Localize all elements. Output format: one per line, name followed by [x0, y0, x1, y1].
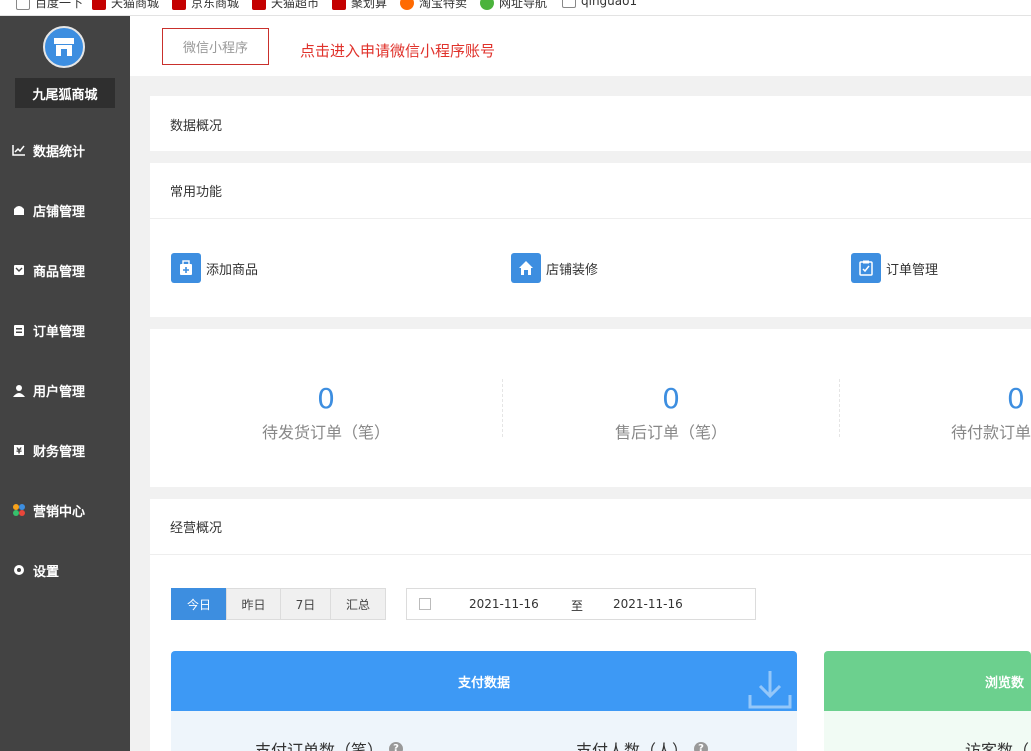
bookmark-item[interactable]: 聚划算: [332, 0, 387, 11]
after-sale-stat[interactable]: 0 售后订单（笔）: [571, 383, 771, 443]
overview-card: 数据概况: [150, 96, 1031, 151]
calendar-icon: [419, 598, 431, 610]
stat-value: 0: [1007, 383, 1025, 415]
stat-label: 待付款订单: [951, 423, 1031, 442]
payment-panel-title: 支付数据: [457, 675, 510, 691]
sidebar-item-label: 营销中心: [33, 504, 86, 520]
bookmark-item[interactable]: qinguao1: [562, 0, 637, 8]
visitors-metric: 访客数（: [965, 741, 1030, 751]
tab-7days[interactable]: 7日: [280, 588, 331, 620]
store-decoration-shortcut[interactable]: 店铺装修: [511, 253, 598, 283]
sidebar-item-users[interactable]: 用户管理: [0, 370, 130, 410]
payment-data-panel: 支付数据 支付订单数（笔）? 支付人数（人）?: [171, 651, 797, 751]
business-overview-title: 经营概况: [150, 499, 1031, 555]
divider: [839, 379, 840, 437]
shop-name: 九尾狐商城: [15, 78, 115, 108]
user-icon: [12, 383, 26, 397]
sidebar-item-label: 店铺管理: [33, 204, 86, 220]
stat-label: 待发货订单（笔）: [261, 423, 390, 442]
sidebar-item-marketing[interactable]: 营销中心: [0, 490, 130, 530]
help-icon[interactable]: ?: [694, 742, 709, 751]
sidebar-item-label: 订单管理: [33, 324, 86, 340]
date-range-picker[interactable]: 2021-11-16 至 2021-11-16: [406, 588, 756, 620]
page-icon: [562, 0, 576, 8]
help-icon[interactable]: ?: [389, 742, 404, 751]
product-icon: [12, 263, 26, 277]
order-stats-card: 0 待发货订单（笔） 0 售后订单（笔） 0 待付款订单: [150, 329, 1031, 487]
pending-shipment-stat[interactable]: 0 待发货订单（笔）: [226, 383, 426, 443]
divider: [502, 379, 503, 437]
home-icon: [511, 253, 541, 283]
payment-panel-header: 支付数据: [171, 651, 797, 711]
sidebar-item-settings[interactable]: 设置: [0, 550, 130, 590]
settings-icon: [12, 563, 26, 577]
business-overview-card: 经营概况 今日 昨日 7日 汇总 2021-11-16 至 2021-11-16…: [150, 499, 1031, 751]
jd-icon: [172, 0, 186, 10]
payment-panel-body: 支付订单数（笔）? 支付人数（人）?: [171, 711, 797, 751]
sidebar-item-finance[interactable]: ¥ 财务管理: [0, 430, 130, 470]
bookmark-item[interactable]: 天猫商城: [92, 0, 159, 11]
pay-users-metric: 支付人数（人）?: [576, 737, 709, 751]
store-icon: [12, 203, 26, 217]
sidebar-item-label: 财务管理: [33, 444, 86, 460]
overview-title: 数据概况: [170, 118, 223, 134]
bookmark-item[interactable]: 淘宝特卖: [400, 0, 467, 11]
date-to[interactable]: 2021-11-16: [613, 597, 683, 611]
taobao-icon: [400, 0, 414, 10]
add-product-shortcut[interactable]: 添加商品: [171, 253, 258, 283]
pending-payment-stat[interactable]: 0 待付款订单: [915, 383, 1031, 443]
common-functions-title: 常用功能: [150, 163, 1031, 219]
sidebar-item-label: 用户管理: [33, 384, 86, 400]
date-separator: 至: [571, 599, 584, 613]
sidebar-item-products[interactable]: 商品管理: [0, 250, 130, 290]
finance-icon: ¥: [12, 443, 26, 457]
date-from[interactable]: 2021-11-16: [469, 597, 539, 611]
tab-summary[interactable]: 汇总: [330, 588, 386, 620]
tmall-icon: [252, 0, 266, 10]
marketing-icon: [12, 503, 26, 517]
download-icon: [748, 671, 792, 709]
stat-label: 售后订单（笔）: [614, 423, 727, 442]
browse-panel-header: 浏览数: [824, 651, 1031, 711]
mini-program-button[interactable]: 微信小程序: [162, 28, 269, 65]
stat-value: 0: [662, 382, 680, 415]
sidebar-item-label: 设置: [33, 564, 60, 580]
tmall-icon: [92, 0, 106, 10]
shop-logo[interactable]: [43, 26, 85, 68]
page-icon: [16, 0, 30, 10]
sidebar-item-stats[interactable]: 数据统计: [0, 130, 130, 170]
stat-value: 0: [317, 382, 335, 415]
common-functions-card: 常用功能 添加商品 店铺装修 订单管理: [150, 163, 1031, 317]
bookmarks-bar: 百度一下 天猫商城 京东商城 天猫超市 聚划算 淘宝特卖 网址导航 qingua…: [0, 0, 1031, 16]
mini-program-apply-link[interactable]: 点击进入申请微信小程序账号: [300, 40, 495, 61]
bookmark-item[interactable]: 网址导航: [480, 0, 547, 11]
sidebar: 九尾狐商城 数据统计 店铺管理 商品管理 订单管理 用户管理 ¥ 财务管理 营销…: [0, 16, 130, 751]
tmall-icon: [332, 0, 346, 10]
store-icon: [54, 38, 74, 56]
tab-yesterday[interactable]: 昨日: [226, 588, 281, 620]
globe-icon: [480, 0, 494, 10]
order-icon: [12, 323, 26, 337]
svg-text:¥: ¥: [16, 447, 22, 456]
tab-today[interactable]: 今日: [171, 588, 227, 620]
bookmark-item[interactable]: 天猫超市: [252, 0, 319, 11]
sidebar-item-label: 数据统计: [33, 144, 86, 160]
order-management-shortcut[interactable]: 订单管理: [851, 253, 938, 283]
sidebar-item-label: 商品管理: [33, 264, 86, 280]
period-tabs: 今日 昨日 7日 汇总: [171, 588, 386, 620]
top-bar: 微信小程序 点击进入申请微信小程序账号: [130, 16, 1031, 76]
chart-icon: [12, 143, 26, 157]
add-product-icon: [171, 253, 201, 283]
bookmark-item[interactable]: 京东商城: [172, 0, 239, 11]
clipboard-icon: [851, 253, 881, 283]
sidebar-item-orders[interactable]: 订单管理: [0, 310, 130, 350]
browse-panel-body: 访客数（: [824, 711, 1031, 751]
browse-panel-title: 浏览数: [985, 675, 1025, 691]
sidebar-item-store[interactable]: 店铺管理: [0, 190, 130, 230]
pay-orders-metric: 支付订单数（笔）?: [255, 737, 404, 751]
bookmark-item[interactable]: 百度一下: [16, 0, 83, 11]
browse-data-panel: 浏览数 访客数（: [824, 651, 1031, 751]
